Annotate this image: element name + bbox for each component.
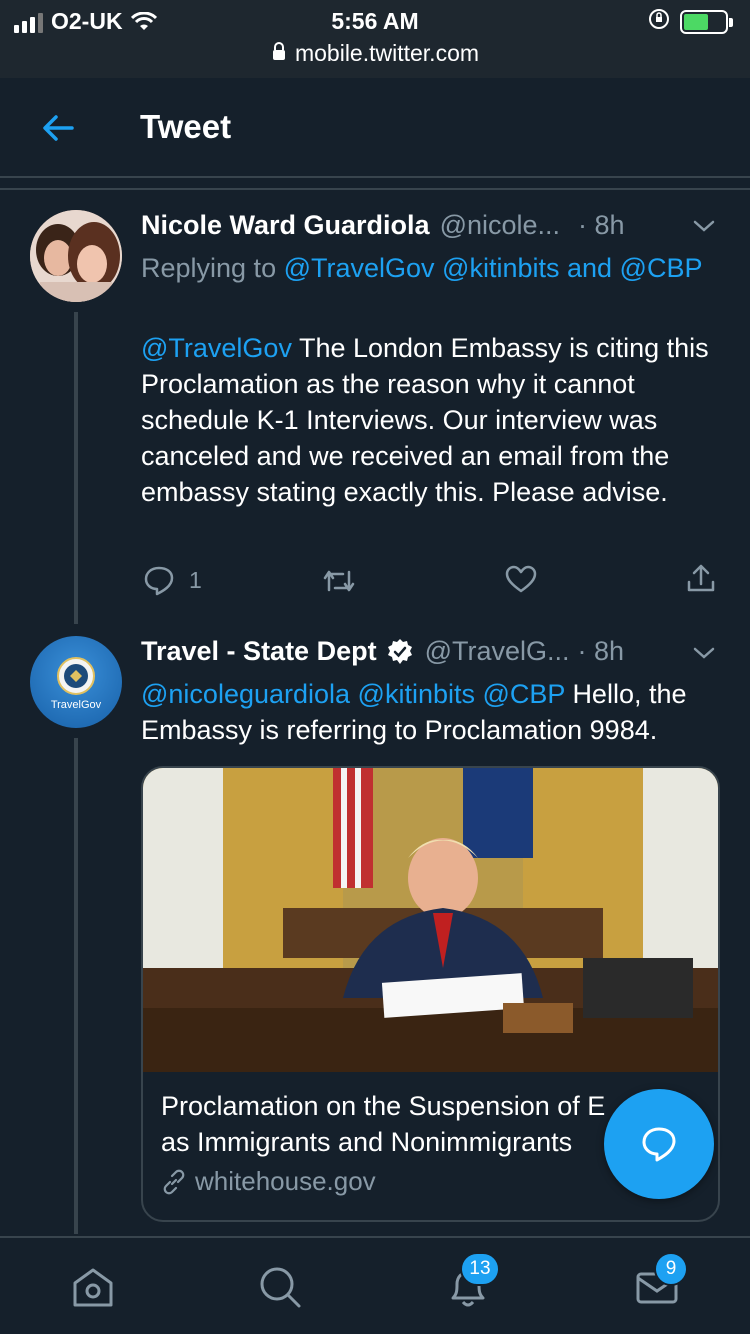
author-name[interactable]: Nicole Ward Guardiola <box>141 210 430 241</box>
mention-links[interactable]: @nicoleguardiola @kitinbits @CBP <box>141 679 565 709</box>
retweet-button[interactable] <box>321 566 357 596</box>
url-bar[interactable]: mobile.twitter.com <box>0 40 750 67</box>
battery-icon <box>680 9 733 34</box>
replying-prefix: Replying to <box>141 253 277 283</box>
compose-icon <box>642 1127 676 1162</box>
tweet-header: Travel - State Dept @TravelG... · 8h <box>141 636 624 667</box>
compose-button[interactable] <box>604 1089 714 1199</box>
nav-search[interactable] <box>257 1264 303 1310</box>
avatar-label: TravelGov <box>51 699 102 711</box>
author-handle[interactable]: @nicole... <box>440 210 560 241</box>
author-name[interactable]: Travel - State Dept <box>141 636 377 667</box>
card-image <box>143 768 718 1072</box>
thread-line <box>74 738 78 1234</box>
home-icon <box>73 1268 113 1307</box>
thread-line <box>74 312 78 624</box>
status-right <box>648 8 733 35</box>
reply-count: 1 <box>189 566 202 593</box>
orientation-lock-icon <box>648 8 670 35</box>
share-icon <box>687 564 715 592</box>
tweet-text: @nicoleguardiola @kitinbits @CBP Hello, … <box>141 676 721 748</box>
notifications-badge: 13 <box>460 1252 500 1286</box>
tweet-menu-button[interactable] <box>692 645 716 666</box>
replying-mentions[interactable]: @TravelGov @kitinbits and @CBP <box>284 253 703 283</box>
page-title: Tweet <box>140 108 232 145</box>
verified-icon <box>385 637 415 667</box>
like-button[interactable] <box>505 564 537 594</box>
avatar[interactable] <box>30 210 122 302</box>
status-bar: O2-UK 5:56 AM mobile.twitter.com <box>0 0 750 78</box>
url-text: mobile.twitter.com <box>294 40 480 66</box>
retweet-icon <box>323 570 355 592</box>
bottom-nav: 13 9 <box>0 1236 750 1334</box>
replying-to: Replying to @TravelGov @kitinbits and @C… <box>141 250 721 287</box>
tweet-text: @TravelGov The London Embassy is citing … <box>141 330 721 510</box>
tweet-time[interactable]: · 8h <box>578 636 625 667</box>
avatar[interactable]: TravelGov <box>30 636 122 728</box>
share-button[interactable] <box>685 562 717 594</box>
reply-icon <box>144 566 174 596</box>
clock: 5:56 AM <box>331 8 419 34</box>
reply-button[interactable]: 1 <box>143 564 202 596</box>
search-icon <box>260 1267 301 1308</box>
tweet-menu-button[interactable] <box>692 218 716 239</box>
tweet-header: Nicole Ward Guardiola @nicole... · 8h <box>141 210 625 241</box>
page-header: Tweet <box>0 78 750 178</box>
card-domain: whitehouse.gov <box>161 1166 376 1197</box>
chevron-down-icon <box>693 647 715 659</box>
chevron-down-icon <box>693 220 715 232</box>
lock-icon <box>271 40 287 67</box>
nav-home[interactable] <box>70 1264 116 1310</box>
tweet-actions: 1 <box>141 560 721 600</box>
messages-badge: 9 <box>654 1252 688 1286</box>
back-button[interactable] <box>38 110 78 146</box>
card-domain-text: whitehouse.gov <box>195 1166 376 1196</box>
like-icon <box>505 565 537 593</box>
author-handle[interactable]: @TravelG... <box>425 636 570 667</box>
mention-link[interactable]: @TravelGov <box>141 333 292 363</box>
link-icon <box>163 1169 185 1194</box>
divider <box>0 188 750 190</box>
tweet-time[interactable]: · 8h <box>578 210 625 241</box>
back-arrow-icon <box>43 115 74 141</box>
